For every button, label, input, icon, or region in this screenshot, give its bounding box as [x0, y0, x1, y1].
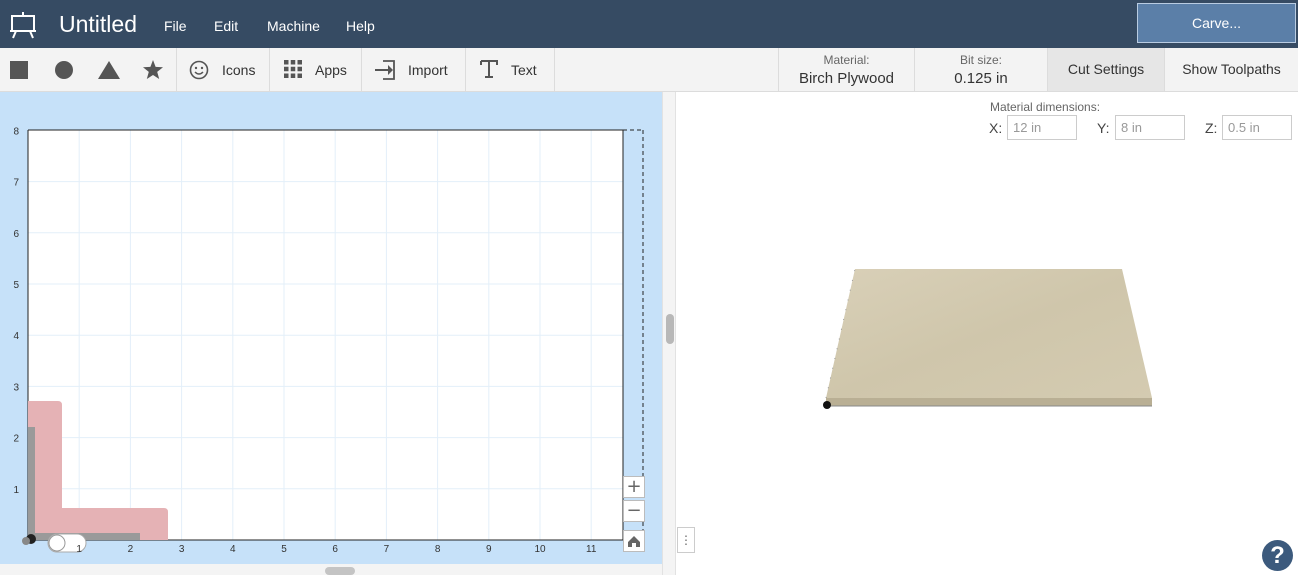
horizontal-scroll-thumb[interactable] — [325, 567, 355, 575]
y-tick-label: 7 — [13, 178, 19, 189]
help-button[interactable]: ? — [1262, 540, 1293, 571]
toolbar: Icons Apps Import Text Material: Birch P… — [0, 48, 1298, 92]
x-tick-label: 8 — [435, 544, 441, 555]
star-icon[interactable] — [143, 60, 163, 80]
y-tick-label: 3 — [13, 382, 19, 393]
dim-z-input[interactable] — [1222, 115, 1292, 140]
import-tool[interactable]: Import — [362, 48, 466, 91]
x-tick-label: 5 — [281, 544, 287, 555]
y-tick-label: 1 — [13, 485, 19, 496]
origin-marker — [22, 537, 30, 545]
material-dimensions-title: Material dimensions: — [990, 100, 1101, 114]
y-tick-label: 6 — [13, 229, 19, 240]
material-selector[interactable]: Material: Birch Plywood — [778, 48, 914, 91]
text-tool[interactable]: Text — [466, 48, 555, 91]
menu-help[interactable]: Help — [346, 18, 375, 34]
y-tick-label: 2 — [13, 434, 19, 445]
menu-file[interactable]: File — [164, 18, 187, 34]
text-label: Text — [511, 62, 537, 78]
vertical-scrollbar[interactable] — [662, 92, 676, 575]
x-tick-label: 9 — [486, 544, 492, 555]
icons-label: Icons — [222, 62, 256, 78]
text-icon — [480, 60, 498, 78]
project-title[interactable]: Untitled — [59, 11, 137, 38]
x-tick-label: 6 — [332, 544, 338, 555]
home-icon — [628, 536, 640, 547]
cut-settings-button[interactable]: Cut Settings — [1047, 48, 1164, 91]
shape-edge — [28, 427, 35, 540]
smiley-icon — [189, 60, 209, 80]
grid-icon — [284, 60, 302, 78]
x-tick-label: 7 — [384, 544, 390, 555]
material-value: Birch Plywood — [798, 70, 895, 87]
origin-marker — [823, 401, 831, 409]
material-label: Material: — [823, 53, 870, 67]
easel-logo-icon[interactable] — [9, 11, 37, 39]
dim-y-input[interactable] — [1115, 115, 1185, 140]
y-tick-label: 8 — [13, 126, 19, 137]
carve-button[interactable]: Carve... — [1137, 3, 1296, 43]
icons-tool[interactable]: Icons — [177, 48, 270, 91]
dim-x-label: X: — [989, 120, 1003, 136]
import-icon — [375, 60, 395, 80]
toggle-knob[interactable] — [48, 534, 66, 552]
x-tick-label: 11 — [586, 544, 597, 555]
square-icon[interactable] — [10, 61, 28, 79]
shape-tools — [0, 48, 177, 91]
menu-machine[interactable]: Machine — [267, 18, 320, 34]
top-bar: Untitled File Edit Machine Help Carve... — [0, 0, 1298, 48]
x-tick-label: 3 — [179, 544, 185, 555]
menu-edit[interactable]: Edit — [214, 18, 238, 34]
show-toolpaths-button[interactable]: Show Toolpaths — [1164, 48, 1298, 91]
apps-tool[interactable]: Apps — [270, 48, 362, 91]
apps-label: Apps — [315, 62, 347, 78]
bit-size-label: Bit size: — [959, 53, 1002, 67]
wood-board-edge — [826, 398, 1152, 406]
panel-drag-handle[interactable]: ⋮ — [677, 527, 695, 553]
y-tick-label: 4 — [13, 331, 19, 342]
zoom-out-button[interactable]: − — [623, 500, 645, 522]
vertical-scroll-thumb[interactable] — [666, 314, 674, 344]
x-tick-label: 10 — [534, 544, 546, 555]
preview-panel — [676, 92, 1298, 575]
bit-size-value: 0.125 in — [954, 70, 1008, 87]
dim-x-input[interactable] — [1007, 115, 1077, 140]
x-tick-label: 2 — [128, 544, 134, 555]
circle-icon[interactable] — [54, 60, 74, 80]
material-3d-preview[interactable] — [676, 92, 1298, 575]
design-canvas[interactable]: 8 7 6 5 4 3 2 1 1 2 3 4 5 6 7 8 9 10 11 — [0, 92, 662, 564]
bit-size-selector[interactable]: Bit size: 0.125 in — [914, 48, 1047, 91]
horizontal-scrollbar[interactable] — [0, 564, 662, 575]
dim-y-label: Y: — [1097, 120, 1110, 136]
zoom-in-button[interactable]: + — [623, 476, 645, 498]
x-tick-label: 4 — [230, 544, 236, 555]
x-tick-label: 1 — [76, 544, 82, 555]
home-view-button[interactable] — [623, 530, 645, 552]
y-tick-label: 5 — [13, 280, 19, 291]
dim-z-label: Z: — [1205, 120, 1218, 136]
x-axis-ticks: 1 2 3 4 5 6 7 8 9 10 11 — [76, 544, 596, 555]
triangle-icon[interactable] — [98, 61, 120, 79]
wood-board-top — [826, 269, 1152, 398]
y-axis-ticks: 8 7 6 5 4 3 2 1 — [13, 126, 19, 495]
import-label: Import — [408, 62, 448, 78]
